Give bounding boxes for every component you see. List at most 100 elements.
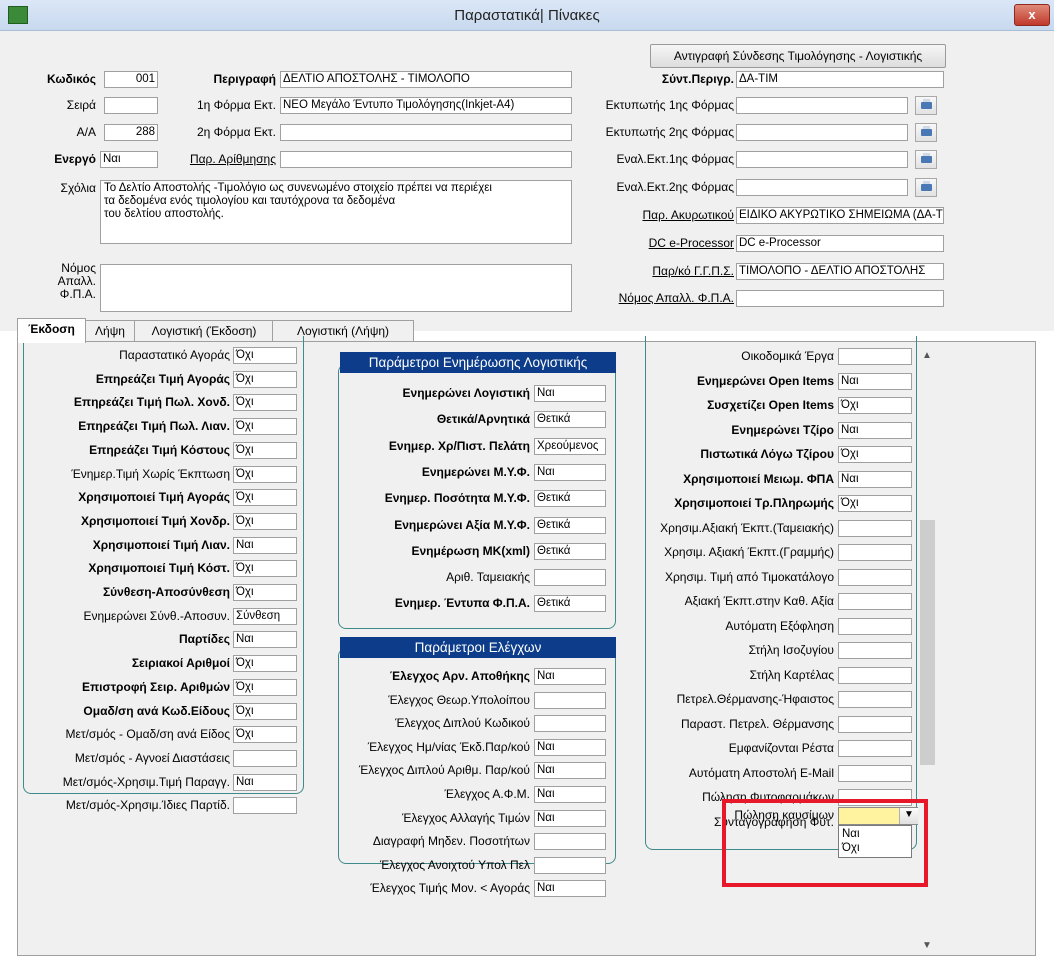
left-param-label: Επηρεάζει Τιμή Πωλ. Χονδ. xyxy=(73,395,230,410)
check-param-field[interactable] xyxy=(534,833,606,851)
accounting-param-field[interactable]: Θετικά xyxy=(534,595,606,613)
right-param-field[interactable] xyxy=(838,666,912,684)
close-button[interactable]: x xyxy=(1014,4,1050,26)
right-param-field[interactable] xyxy=(838,642,912,659)
left-param-field[interactable]: Όχι xyxy=(233,394,297,412)
alt-printer1-button[interactable] xyxy=(915,150,937,169)
right-param-field[interactable] xyxy=(838,617,912,635)
numbering-field[interactable] xyxy=(280,151,572,168)
scrollbar-thumb[interactable] xyxy=(920,520,935,765)
right-param-field[interactable]: Όχι xyxy=(838,397,912,414)
form1-field[interactable]: ΝΕΟ Μεγάλο Έντυπο Τιμολόγησης(Inkjet-A4) xyxy=(280,97,572,114)
printer1-label: Εκτυπωτής 1ης Φόρμας xyxy=(605,98,734,112)
right-param-field[interactable]: Ναι xyxy=(838,372,912,390)
left-param-field[interactable]: Όχι xyxy=(233,512,297,530)
ggps-field[interactable]: ΤΙΜΟΛΟΠΟ - ΔΕΛΤΙΟ ΑΠΟΣΤΟΛΗΣ xyxy=(736,263,944,280)
accounting-param-field[interactable]: Θετικά xyxy=(534,411,606,429)
form2-field[interactable] xyxy=(280,124,572,141)
right-param-field[interactable] xyxy=(838,715,912,733)
dc-link[interactable]: DC e-Processor xyxy=(560,234,734,252)
right-param-field[interactable]: Όχι xyxy=(838,495,912,512)
printer1-field[interactable] xyxy=(736,97,908,114)
check-param-field[interactable] xyxy=(534,691,606,709)
right-param-field[interactable] xyxy=(838,544,912,561)
accounting-param-field[interactable]: Ναι xyxy=(534,463,606,481)
right-param-field[interactable]: Ναι xyxy=(838,421,912,439)
left-param-field[interactable]: Όχι xyxy=(233,678,297,696)
comments-label: Σχόλια xyxy=(60,181,96,195)
printer2-button[interactable] xyxy=(915,123,937,142)
left-param-field[interactable]: Όχι xyxy=(233,418,297,436)
description-field[interactable]: ΔΕΛΤΙΟ ΑΠΟΣΤΟΛΗΣ - ΤΙΜΟΛΟΠΟ xyxy=(280,71,572,88)
copy-linkage-button[interactable]: Αντιγραφή Σύνδεσης Τιμολόγησης - Λογιστι… xyxy=(650,44,946,68)
left-param-field[interactable]: Όχι xyxy=(233,702,297,720)
accounting-param-field[interactable]: Θετικά xyxy=(534,542,606,560)
comments-textarea[interactable]: Το Δελτίο Αποστολής -Τιμολόγιο ως συνενω… xyxy=(100,180,572,244)
left-param-field[interactable]: Ναι xyxy=(233,536,297,554)
check-param-field[interactable] xyxy=(534,715,606,733)
check-param-field[interactable] xyxy=(534,856,606,874)
vat-law2-field[interactable] xyxy=(736,290,944,307)
check-param-field[interactable]: Ναι xyxy=(534,738,606,756)
left-param-field[interactable]: Όχι xyxy=(233,489,297,507)
right-param-field[interactable] xyxy=(838,348,912,365)
accounting-param-field[interactable]: Ναι xyxy=(534,385,606,402)
short-desc-field[interactable]: ΔΑ-ΤΙΜ xyxy=(736,71,944,88)
active-field[interactable]: Ναι xyxy=(100,151,158,168)
code-field[interactable]: 001 xyxy=(104,71,158,88)
left-param-field[interactable]: Ναι xyxy=(233,773,297,791)
numbering-link[interactable]: Παρ. Αρίθμησης xyxy=(160,150,276,168)
accounting-param-field[interactable]: Θετικά xyxy=(534,516,606,534)
left-param-field[interactable]: Όχι xyxy=(233,655,297,673)
scroll-up-icon[interactable]: ▲ xyxy=(922,350,932,361)
right-param-field[interactable] xyxy=(838,764,912,782)
cancel-doc-link[interactable]: Παρ. Ακυρωτικού xyxy=(560,206,734,224)
right-param-field[interactable]: Ναι xyxy=(838,470,912,488)
vat-law-textarea[interactable] xyxy=(100,264,572,312)
check-param-field[interactable]: Ναι xyxy=(534,762,606,780)
vat-law2-link[interactable]: Νόμος Απαλλ. Φ.Π.Α. xyxy=(560,289,734,307)
left-param-field[interactable]: Ναι xyxy=(233,631,297,649)
left-param-field[interactable]: Όχι xyxy=(233,584,297,601)
tab-issue[interactable]: Έκδοση xyxy=(17,318,86,343)
check-param-field[interactable]: Ναι xyxy=(534,786,606,803)
left-param-field[interactable]: Όχι xyxy=(233,370,297,388)
left-param-field[interactable]: Όχι xyxy=(233,347,297,364)
left-param-field[interactable] xyxy=(233,749,297,767)
check-param-field[interactable]: Ναι xyxy=(534,668,606,685)
scroll-down-icon[interactable]: ▼ xyxy=(922,940,932,951)
alt-printer2-field[interactable] xyxy=(736,179,908,196)
check-param-field[interactable]: Ναι xyxy=(534,880,606,898)
right-param-label: Εμφανίζονται Ρέστα xyxy=(728,741,834,755)
alt-printer2-label: Εναλ.Εκτ.2ης Φόρμας xyxy=(616,180,734,194)
left-param-label: Μετ/σμός-Χρησιμ.Τιμή Παραγγ. xyxy=(62,774,230,789)
vat-law-label: Νόμος Απαλλ. Φ.Π.Α. xyxy=(10,262,96,301)
series-field[interactable] xyxy=(104,97,158,114)
cancel-doc-field[interactable]: ΕΙΔΙΚΟ ΑΚΥΡΩΤΙΚΟ ΣΗΜΕΙΩΜΑ (ΔΑ-Τ xyxy=(736,207,944,224)
right-param-field[interactable] xyxy=(838,568,912,586)
left-param-field[interactable]: Όχι xyxy=(233,560,297,578)
left-param-field[interactable] xyxy=(233,797,297,815)
right-param-field[interactable] xyxy=(838,691,912,708)
check-param-field[interactable]: Ναι xyxy=(534,809,606,827)
right-param-field[interactable] xyxy=(838,740,912,757)
right-param-field[interactable] xyxy=(838,519,912,537)
aa-field[interactable]: 288 xyxy=(104,124,158,141)
accounting-param-field[interactable]: Θετικά xyxy=(534,490,606,508)
left-param-field[interactable]: Σύνθεση xyxy=(233,607,297,625)
printer1-button[interactable] xyxy=(915,96,937,115)
right-param-field[interactable]: Όχι xyxy=(838,446,912,463)
dc-field[interactable]: DC e-Processor xyxy=(736,235,944,252)
accounting-param-field[interactable] xyxy=(534,569,606,587)
left-param-field[interactable]: Όχι xyxy=(233,441,297,459)
printer-icon xyxy=(921,181,932,191)
ggps-link[interactable]: Παρ/κό Γ.Γ.Π.Σ. xyxy=(560,262,734,280)
alt-printer1-field[interactable] xyxy=(736,151,908,168)
left-param-field[interactable]: Όχι xyxy=(233,726,297,744)
accounting-param-field[interactable]: Χρεούμενος xyxy=(534,437,606,455)
right-param-label: Αυτόματη Αποστολή E-Mail xyxy=(688,765,834,780)
alt-printer2-button[interactable] xyxy=(915,178,937,197)
right-param-field[interactable] xyxy=(838,593,912,610)
printer2-field[interactable] xyxy=(736,124,908,141)
left-param-field[interactable]: Όχι xyxy=(233,465,297,483)
